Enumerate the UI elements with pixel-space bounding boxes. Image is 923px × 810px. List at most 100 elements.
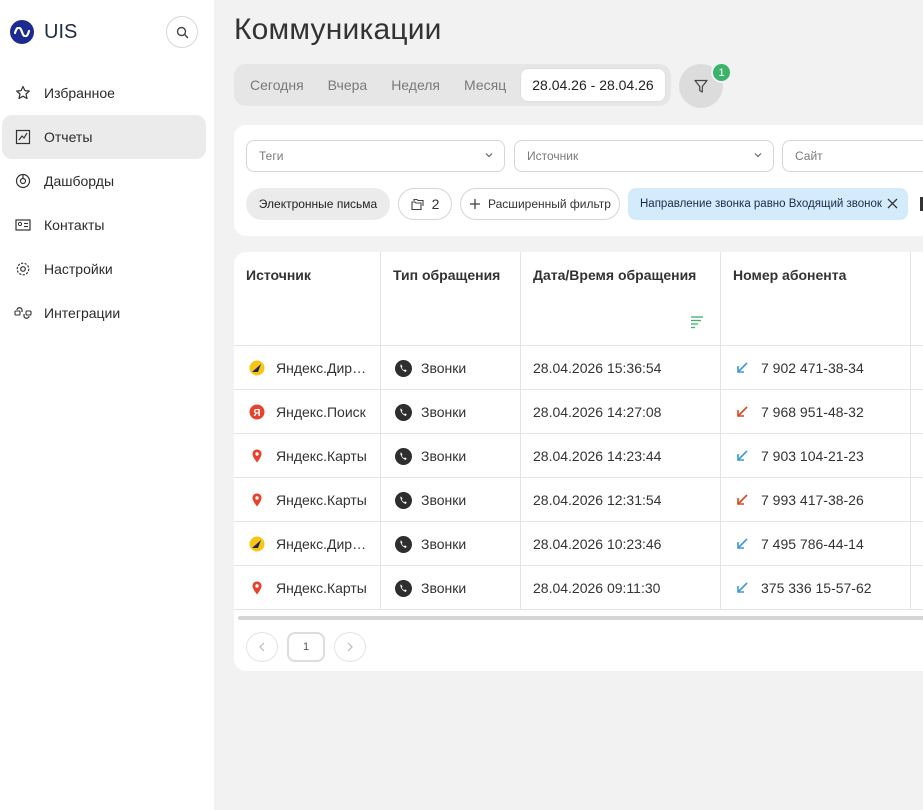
column-header-number[interactable]: Номер абонента: [721, 252, 911, 346]
sidebar: UIS Избранное Отчеты Дашборды Контакты Н…: [0, 0, 214, 810]
saved-filters-count: 2: [431, 196, 440, 212]
subscriber-number[interactable]: 375 336 15-57-62: [761, 580, 872, 596]
search-button[interactable]: [166, 16, 198, 48]
datetime-cell: 28.04.2026 12:31:54: [521, 478, 721, 522]
communication-type: Звонки: [421, 492, 467, 508]
tab-yesterday[interactable]: Вчера: [316, 68, 380, 102]
communication-datetime: 28.04.2026 10:23:46: [533, 536, 662, 552]
chevron-left-icon: [259, 642, 265, 652]
call-direction-icon: [737, 538, 748, 549]
table-row[interactable]: Яндекс.Карты Звонки 28.04.2026 14:23:44 7 9…: [234, 434, 923, 478]
phone-icon: [394, 579, 412, 597]
datetime-cell: 28.04.2026 14:23:44: [521, 434, 721, 478]
brand-name: UIS: [44, 20, 78, 43]
table-row[interactable]: Яндекс.Карты Звонки 28.04.2026 09:11:30 375…: [234, 566, 923, 610]
call-direction-icon: [737, 494, 748, 505]
filter-icon: [694, 79, 708, 93]
communication-datetime: 28.04.2026 14:23:44: [533, 448, 662, 464]
yandex-direct-icon: [248, 359, 266, 377]
tab-custom-range[interactable]: 28.04.26 - 28.04.26: [520, 68, 666, 102]
tags-select[interactable]: Теги: [246, 140, 505, 172]
source-name: Яндекс.Поиск: [276, 404, 366, 420]
saved-filters-chip[interactable]: 2: [398, 188, 452, 220]
extended-filter-button[interactable]: Расширенный фильтр: [460, 188, 620, 220]
sidebar-item-dashboards[interactable]: Дашборды: [2, 159, 206, 203]
next-page-button[interactable]: [334, 632, 366, 662]
page-number[interactable]: 1: [287, 632, 325, 662]
yandex-maps-icon: [248, 579, 266, 597]
prev-page-button[interactable]: [246, 632, 278, 662]
source-cell: Яндекс.Карты: [234, 434, 381, 478]
call-direction-icon: [737, 406, 748, 417]
uis-logo-icon: [10, 20, 34, 44]
number-cell: 7 993 417-38-26: [721, 478, 911, 522]
table-row[interactable]: Яндекс.Директ Звонки 28.04.2026 15:36:54 7 …: [234, 346, 923, 390]
phone-icon: [394, 491, 412, 509]
page-title: Коммуникации: [234, 13, 442, 46]
subscriber-number[interactable]: 7 993 417-38-26: [761, 492, 864, 508]
phone-icon: [394, 447, 412, 465]
active-filter-chip[interactable]: Направление звонка равно Входящий звонок: [628, 188, 908, 220]
sidebar-item-label: Контакты: [44, 217, 105, 233]
type-cell: Звонки: [381, 566, 521, 610]
site-placeholder: Сайт: [795, 149, 823, 163]
source-cell: Яндекс.Директ: [234, 522, 381, 566]
source-name: Яндекс.Карты: [276, 580, 367, 596]
sidebar-item-contacts[interactable]: Контакты: [2, 203, 206, 247]
type-cell: Звонки: [381, 390, 521, 434]
chart-icon: [14, 128, 32, 146]
close-icon[interactable]: [887, 198, 898, 209]
plus-icon: [470, 199, 481, 209]
chevron-down-icon: [485, 153, 493, 158]
column-header-source[interactable]: Источник: [234, 252, 381, 346]
table-row[interactable]: Яндекс.Директ Звонки 28.04.2026 10:23:46 7 …: [234, 522, 923, 566]
subscriber-number[interactable]: 7 903 104-21-23: [761, 448, 864, 464]
table-row[interactable]: Я Яндекс.Поиск Звонки 28.04.2026 14:27:08 7 …: [234, 390, 923, 434]
source-cell: Я Яндекс.Поиск: [234, 390, 381, 434]
communication-type: Звонки: [421, 580, 467, 596]
number-cell: 7 902 471-38-34: [721, 346, 911, 390]
star-icon: [14, 84, 32, 102]
source-select[interactable]: Источник: [514, 140, 774, 172]
horizontal-scrollbar[interactable]: [238, 616, 923, 620]
svg-text:Я: Я: [253, 408, 260, 419]
email-filter-chip[interactable]: Электронные письма: [246, 188, 390, 220]
extended-filter-label: Расширенный фильтр: [488, 197, 611, 211]
number-cell: 7 968 951-48-32: [721, 390, 911, 434]
source-name: Яндекс.Директ: [276, 536, 370, 552]
sort-icon[interactable]: [690, 315, 704, 329]
tab-week[interactable]: Неделя: [379, 68, 452, 102]
yandex-maps-icon: [248, 447, 266, 465]
type-cell: Звонки: [381, 434, 521, 478]
tags-placeholder: Теги: [259, 149, 284, 163]
type-cell: Звонки: [381, 478, 521, 522]
communication-type: Звонки: [421, 404, 467, 420]
sidebar-item-settings[interactable]: Настройки: [2, 247, 206, 291]
subscriber-number[interactable]: 7 495 786-44-14: [761, 536, 864, 552]
sidebar-item-favorites[interactable]: Избранное: [2, 71, 206, 115]
sidebar-item-reports[interactable]: Отчеты: [2, 115, 206, 159]
brand[interactable]: UIS: [10, 20, 77, 44]
gear-icon: [14, 260, 32, 278]
column-header-datetime[interactable]: Дата/Время обращения: [521, 252, 721, 346]
phone-icon: [394, 403, 412, 421]
source-name: Яндекс.Директ: [276, 360, 370, 376]
site-select[interactable]: Сайт: [782, 140, 923, 172]
type-cell: Звонки: [381, 522, 521, 566]
subscriber-number[interactable]: 7 968 951-48-32: [761, 404, 864, 420]
tab-month[interactable]: Месяц: [452, 68, 518, 102]
source-cell: Яндекс.Карты: [234, 566, 381, 610]
sidebar-nav: Избранное Отчеты Дашборды Контакты Настр…: [2, 71, 206, 335]
sidebar-item-label: Дашборды: [44, 173, 114, 189]
number-cell: 375 336 15-57-62: [721, 566, 911, 610]
column-header-type[interactable]: Тип обращения: [381, 252, 521, 346]
sidebar-item-integrations[interactable]: Интеграции: [2, 291, 206, 335]
table-header: Источник Тип обращения Дата/Время обраще…: [234, 252, 923, 346]
communication-datetime: 28.04.2026 12:31:54: [533, 492, 662, 508]
active-filter-label: Направление звонка равно Входящий звонок: [640, 198, 882, 210]
datetime-cell: 28.04.2026 14:27:08: [521, 390, 721, 434]
tab-today[interactable]: Сегодня: [238, 68, 316, 102]
table-row[interactable]: Яндекс.Карты Звонки 28.04.2026 12:31:54 7 9…: [234, 478, 923, 522]
subscriber-number[interactable]: 7 902 471-38-34: [761, 360, 864, 376]
call-direction-icon: [737, 582, 748, 593]
